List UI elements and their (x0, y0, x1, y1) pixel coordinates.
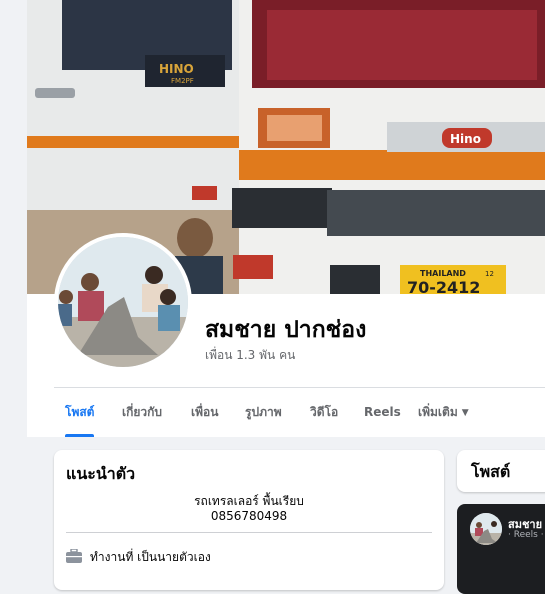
tab-more-label: เพิ่มเติม (418, 405, 458, 419)
briefcase-icon (66, 548, 82, 566)
posts-title: โพสต์ (471, 462, 511, 481)
tab-about[interactable]: เกี่ยวกับ (122, 388, 162, 437)
tab-posts[interactable]: โพสต์ (65, 388, 95, 437)
work-info: ทำงานที่ เป็นนายตัวเอง (66, 548, 211, 567)
friends-count[interactable]: เพื่อน 1.3 พัน คน (205, 346, 295, 365)
bio-line-2: 0856780498 (210, 509, 288, 523)
profile-avatar[interactable] (54, 233, 192, 371)
plate-country: THAILAND (420, 269, 466, 278)
cab-model: FM2PF (171, 77, 194, 85)
intro-card: แนะนำตัว รถเทรลเลอร์ พื้นเรียบ 085678049… (54, 450, 444, 590)
tab-photos[interactable]: รูปภาพ (245, 388, 282, 437)
plate-small: 12 (485, 270, 494, 278)
profile-name: สมชาย ปากช่อง (205, 317, 367, 343)
reel-meta: · Reels · (508, 530, 544, 540)
reel-avatar[interactable] (470, 513, 502, 545)
reel-post[interactable]: สมชาย · Reels · (457, 504, 545, 594)
grille-logo: Hino (450, 132, 481, 146)
tab-friends[interactable]: เพื่อน (191, 388, 218, 437)
intro-title: แนะนำตัว (66, 464, 136, 483)
plate-number: 70-2412 (407, 278, 480, 294)
caret-down-icon: ▼ (461, 408, 469, 418)
work-text: ทำงานที่ เป็นนายตัวเอง (90, 550, 211, 564)
cab-badge: HINO (159, 62, 194, 76)
tab-videos[interactable]: วิดีโอ (310, 388, 338, 437)
tab-reels[interactable]: Reels (364, 388, 401, 437)
intro-divider (66, 532, 432, 533)
posts-card: โพสต์ (457, 450, 545, 492)
page-gutter (0, 0, 27, 437)
tab-more[interactable]: เพิ่มเติม ▼ (418, 388, 469, 437)
